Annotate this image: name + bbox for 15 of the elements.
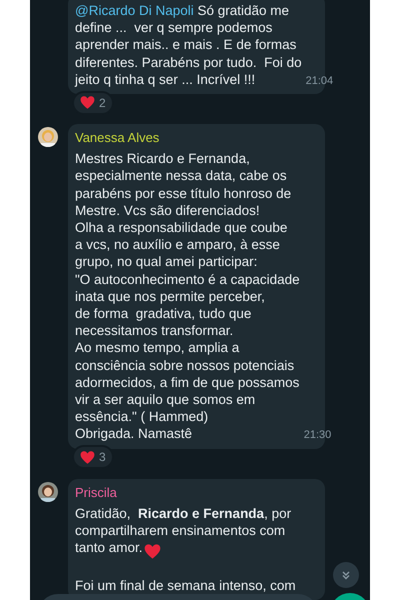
message-text: @Ricardo Di Napoli Só gratidão me define ... ver q sempre podemos aprender mais.. e mais . E de formas diferentes. Parabéns por tudo. Foi do jeito q tinha q ser ... Incrível !!!: [75, 2, 302, 88]
heart-icon: [144, 543, 161, 560]
sender-name: Priscila: [75, 484, 118, 501]
message-text: Mestres Ricardo e Fernanda, especialmente nessa data, cabe os parabéns por esse título honroso de Mestre. Vcs são diferenciados! Olha a responsabilidade que coube a vcs, no auxílio e amparo, à esse grupo, no qual amei participar: "O autoconhecimento é a capacidade inata que nos permite perceber, de forma gradativa, tudo que necessitamos transformar. Ao mesmo tempo, amplia a consciência sobre nossos potenciais adormecidos, a fim de que possamos vir a ser aquilo que somos em essência." ( Hammed) Obrigada. Namastê: [75, 150, 300, 443]
reaction-badge[interactable]: 3: [72, 445, 114, 470]
message-time: 21:04: [306, 74, 334, 89]
heart-icon: [80, 450, 95, 465]
reaction-badge[interactable]: 2: [72, 90, 114, 115]
sender-name: Vanessa Alves: [75, 129, 160, 146]
message-text: Gratidão, Ricardo e Fernanda, por compartilharem ensinamentos com tanto amor.: [75, 504, 292, 560]
heart-icon: [80, 95, 95, 110]
message-time: 21:30: [304, 428, 332, 444]
chevrons-down-icon: [340, 569, 352, 581]
message-text: Foi um final de semana intenso, com: [75, 577, 296, 594]
scroll-down-button[interactable]: [333, 562, 359, 588]
